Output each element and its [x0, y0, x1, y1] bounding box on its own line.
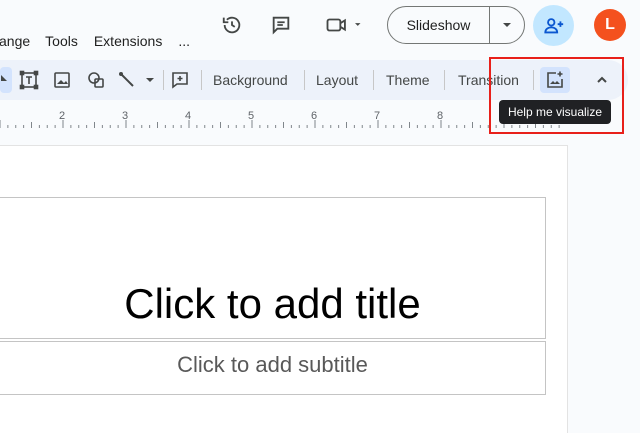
history-icon[interactable]	[219, 12, 245, 38]
collapse-toolbar-button[interactable]	[590, 67, 614, 93]
layout-button[interactable]: Layout	[316, 67, 358, 93]
add-person-icon	[543, 17, 563, 33]
subtitle-placeholder[interactable]: Click to add subtitle	[0, 341, 546, 395]
chevron-down-icon	[503, 23, 511, 27]
separator	[373, 70, 374, 90]
text-box-icon	[19, 70, 39, 90]
slideshow-button-group: Slideshow	[387, 6, 525, 44]
toolbar: Background Layout Theme Transition	[0, 60, 628, 100]
add-comment-button[interactable]	[168, 67, 192, 93]
title-placeholder-text: Click to add title	[124, 280, 421, 327]
separator	[201, 70, 202, 90]
cursor-icon	[1, 75, 7, 81]
menu-arrange[interactable]: ange	[0, 33, 30, 49]
select-tool-button[interactable]	[0, 67, 12, 93]
help-me-visualize-button[interactable]	[540, 67, 570, 93]
separator	[163, 70, 164, 90]
text-box-button[interactable]	[17, 67, 41, 93]
theme-button[interactable]: Theme	[386, 67, 430, 93]
line-icon	[119, 72, 154, 87]
comment-icon[interactable]	[268, 12, 294, 38]
title-placeholder[interactable]: Click to add title	[0, 197, 546, 339]
ruler-number: 2	[59, 110, 66, 122]
shape-button[interactable]	[84, 67, 108, 93]
subtitle-placeholder-text: Click to add subtitle	[177, 352, 368, 377]
menu-tools[interactable]: Tools	[45, 33, 78, 49]
tooltip: Help me visualize	[499, 100, 611, 124]
ruler-number: 6	[311, 110, 318, 122]
avatar[interactable]: L	[594, 9, 626, 41]
ruler-number: 4	[185, 110, 192, 122]
separator	[444, 70, 445, 90]
ruler-number: 7	[374, 110, 381, 122]
transition-button[interactable]: Transition	[458, 67, 519, 93]
slideshow-dropdown-button[interactable]	[490, 7, 524, 43]
slideshow-button[interactable]: Slideshow	[388, 7, 490, 43]
separator	[533, 70, 534, 90]
video-call-icon[interactable]	[322, 12, 366, 38]
chevron-up-icon	[597, 76, 607, 83]
ruler-ticks	[0, 120, 560, 128]
image-icon	[54, 72, 70, 88]
background-button[interactable]: Background	[213, 67, 288, 93]
ruler-number: 8	[437, 110, 444, 122]
visualize-icon	[547, 71, 563, 88]
line-button[interactable]	[116, 67, 158, 93]
separator	[304, 70, 305, 90]
shape-icon	[88, 72, 104, 88]
add-comment-icon	[172, 72, 188, 89]
ruler-number: 5	[248, 110, 255, 122]
menu-bar: ange Tools Extensions ...	[0, 32, 206, 50]
share-button[interactable]	[533, 5, 574, 46]
ruler-number: 3	[122, 110, 129, 122]
horizontal-ruler: 2 3 4 5 6 7 8	[0, 108, 567, 128]
menu-extensions[interactable]: Extensions	[94, 33, 162, 49]
insert-image-button[interactable]	[50, 67, 74, 93]
menu-more[interactable]: ...	[178, 33, 190, 49]
